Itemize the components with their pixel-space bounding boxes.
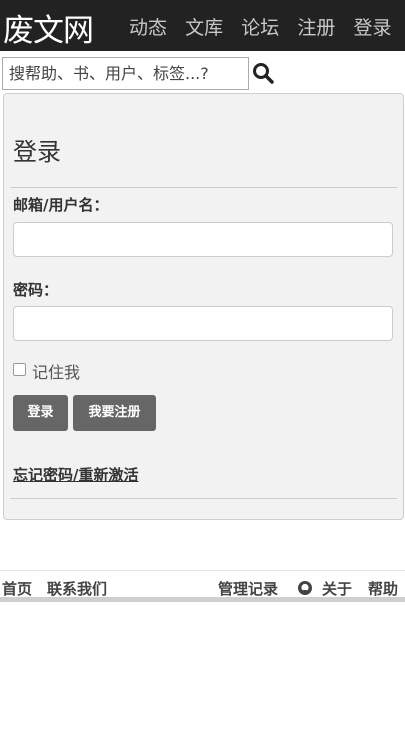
footer-scroll-bar xyxy=(0,597,405,602)
search-input[interactable] xyxy=(2,57,249,90)
email-field[interactable] xyxy=(13,222,393,257)
nav-link-login[interactable]: 登录 xyxy=(353,17,391,39)
top-navbar: 废文网 动态 文库 论坛 注册 登录 xyxy=(0,0,405,51)
remember-label: 记住我 xyxy=(32,363,81,382)
remember-checkbox[interactable] xyxy=(13,363,26,376)
footer-divider xyxy=(0,570,405,571)
bottom-divider xyxy=(10,498,397,499)
footer-help-link[interactable]: 帮助 xyxy=(368,578,398,599)
site-brand[interactable]: 废文网 xyxy=(3,5,94,50)
password-field[interactable] xyxy=(13,306,393,341)
nav-link-dongtai[interactable]: 动态 xyxy=(129,17,167,39)
footer-home-link[interactable]: 首页 xyxy=(2,578,32,599)
github-icon[interactable] xyxy=(297,580,313,596)
nav-link-luntan[interactable]: 论坛 xyxy=(241,17,279,39)
email-label: 邮箱/用户名： xyxy=(13,196,109,214)
footer-about-link[interactable]: 关于 xyxy=(322,578,352,599)
remember-me: 记住我 xyxy=(13,359,80,383)
login-title: 登录 xyxy=(13,138,61,166)
login-panel: 登录 邮箱/用户名： 密码： 记住我 登录 我要注册 忘记密码/重新激活 xyxy=(3,93,404,520)
password-label: 密码： xyxy=(13,281,59,299)
nav-link-register[interactable]: 注册 xyxy=(297,17,335,39)
nav-links: 动态 文库 论坛 注册 登录 xyxy=(129,13,404,40)
title-divider xyxy=(10,187,397,188)
login-button[interactable]: 登录 xyxy=(13,395,68,431)
search-bar xyxy=(2,57,403,92)
nav-link-wenku[interactable]: 文库 xyxy=(185,17,223,39)
forgot-password-link[interactable]: 忘记密码/重新激活 xyxy=(13,464,138,485)
register-button[interactable]: 我要注册 xyxy=(73,395,156,431)
footer-contact-link[interactable]: 联系我们 xyxy=(47,578,107,599)
footer-admin-log-link[interactable]: 管理记录 xyxy=(218,578,278,599)
search-icon[interactable] xyxy=(251,61,275,85)
